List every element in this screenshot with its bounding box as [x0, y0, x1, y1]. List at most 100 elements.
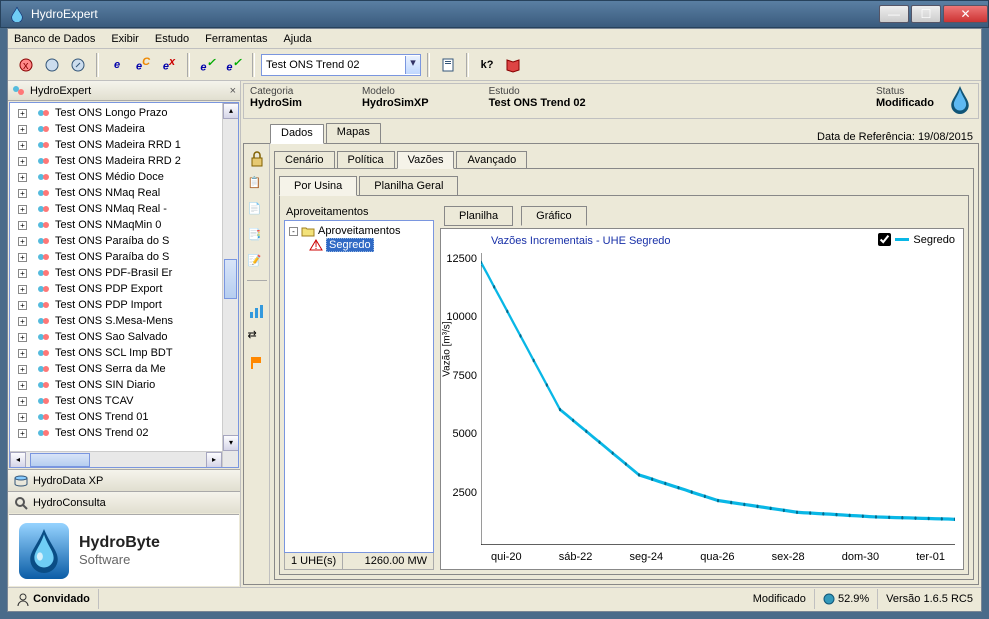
sidebar-panel-hydroconsulta[interactable]: HydroConsulta	[8, 491, 240, 513]
tree-expand-icon[interactable]: +	[18, 221, 27, 230]
tree-expand-icon[interactable]: +	[18, 157, 27, 166]
tree-item[interactable]: +Test ONS Paraíba do S	[10, 233, 238, 249]
tree-collapse-icon[interactable]: -	[289, 227, 298, 236]
tab-avancado[interactable]: Avançado	[456, 151, 527, 168]
tree-expand-icon[interactable]: +	[18, 173, 27, 182]
tab-planilha-geral[interactable]: Planilha Geral	[359, 176, 458, 195]
side-icon-lock[interactable]	[248, 150, 266, 168]
tree-expand-icon[interactable]: +	[18, 381, 27, 390]
tree-expand-icon[interactable]: +	[18, 429, 27, 438]
sidebar-tree[interactable]: +Test ONS Longo Prazo+Test ONS Madeira+T…	[9, 102, 239, 468]
tree-item[interactable]: +Test ONS PDF-Brasil Er	[10, 265, 238, 281]
toolbar-btn-doc[interactable]	[436, 53, 460, 77]
side-icon-1[interactable]: 📋	[248, 176, 266, 194]
aprov-tree[interactable]: - Aproveitamentos ! Segredo	[284, 220, 434, 553]
side-icon-3[interactable]: 📑	[248, 228, 266, 246]
tree-item[interactable]: +Test ONS Paraíba do S	[10, 249, 238, 265]
scroll-thumb-h[interactable]	[30, 453, 90, 467]
menu-ferramentas[interactable]: Ferramentas	[205, 33, 267, 45]
scroll-up-button[interactable]: ▴	[223, 103, 239, 119]
sidebar-panel-hydrodata[interactable]: HydroData XP	[8, 469, 240, 491]
close-button[interactable]: ✕	[943, 5, 988, 23]
tree-expand-icon[interactable]: +	[18, 365, 27, 374]
toolbar-btn-1[interactable]: x	[14, 53, 38, 77]
toolbar-btn-ex[interactable]: ex	[157, 53, 181, 77]
tree-expand-icon[interactable]: +	[18, 333, 27, 342]
tree-expand-icon[interactable]: +	[18, 125, 27, 134]
tab-dados[interactable]: Dados	[270, 124, 324, 144]
tree-item[interactable]: +Test ONS Madeira	[10, 121, 238, 137]
side-icon-flag[interactable]	[248, 354, 266, 372]
tab-cenario[interactable]: Cenário	[274, 151, 335, 168]
tree-expand-icon[interactable]: +	[18, 253, 27, 262]
tree-expand-icon[interactable]: +	[18, 189, 27, 198]
chart-title: Vazões Incrementais - UHE Segredo	[491, 235, 671, 247]
tree-expand-icon[interactable]: +	[18, 237, 27, 246]
toolbar-select-value: Test ONS Trend 02	[266, 59, 360, 71]
toolbar-btn-help[interactable]: k?	[475, 53, 499, 77]
tree-hscrollbar[interactable]: ◂ ▸	[10, 451, 222, 467]
toolbar-btn-eok[interactable]: e✓	[196, 53, 220, 77]
tree-item[interactable]: +Test ONS NMaq Real -	[10, 201, 238, 217]
tree-item[interactable]: +Test ONS Sao Salvado	[10, 329, 238, 345]
toolbar-study-select[interactable]: Test ONS Trend 02 ▾	[261, 54, 421, 76]
tree-expand-icon[interactable]: +	[18, 301, 27, 310]
tree-item[interactable]: +Test ONS Trend 01	[10, 409, 238, 425]
menu-exibir[interactable]: Exibir	[111, 33, 139, 45]
minimize-button[interactable]: —	[879, 5, 909, 23]
tree-expand-icon[interactable]: +	[18, 413, 27, 422]
tree-expand-icon[interactable]: +	[18, 205, 27, 214]
tree-expand-icon[interactable]: +	[18, 109, 27, 118]
side-icon-chart[interactable]	[248, 302, 266, 320]
tree-item[interactable]: +Test ONS Madeira RRD 2	[10, 153, 238, 169]
toolbar-btn-2[interactable]	[40, 53, 64, 77]
legend-checkbox[interactable]	[878, 233, 891, 246]
chart-tab-planilha[interactable]: Planilha	[444, 206, 513, 226]
side-icon-4[interactable]: 📝	[248, 254, 266, 272]
tree-expand-icon[interactable]: +	[18, 397, 27, 406]
sidebar-close-icon[interactable]: ×	[230, 85, 236, 97]
tree-item[interactable]: +Test ONS Serra da Me	[10, 361, 238, 377]
tab-vazoes[interactable]: Vazões	[397, 151, 455, 169]
tree-item[interactable]: +Test ONS Madeira RRD 1	[10, 137, 238, 153]
maximize-button[interactable]: ☐	[911, 5, 941, 23]
tab-por-usina[interactable]: Por Usina	[279, 176, 357, 196]
tree-item[interactable]: +Test ONS PDP Import	[10, 297, 238, 313]
tree-item[interactable]: +Test ONS SIN Diario	[10, 377, 238, 393]
tree-expand-icon[interactable]: +	[18, 317, 27, 326]
chart-tab-grafico[interactable]: Gráfico	[521, 206, 586, 226]
tree-item[interactable]: +Test ONS Médio Doce	[10, 169, 238, 185]
tree-item[interactable]: +Test ONS SCL Imp BDT	[10, 345, 238, 361]
tree-expand-icon[interactable]: +	[18, 349, 27, 358]
aprov-child[interactable]: ! Segredo	[309, 238, 429, 252]
tree-item[interactable]: +Test ONS S.Mesa-Mens	[10, 313, 238, 329]
tab-mapas[interactable]: Mapas	[326, 123, 381, 143]
x-ticks: qui-20sáb-22seg-24qua-26sex-28dom-30ter-…	[481, 551, 955, 563]
tree-item[interactable]: +Test ONS PDP Export	[10, 281, 238, 297]
aprov-root[interactable]: - Aproveitamentos	[289, 225, 429, 237]
side-icon-export[interactable]: ⇄	[248, 328, 266, 346]
scroll-down-button[interactable]: ▾	[223, 435, 239, 451]
tree-item[interactable]: +Test ONS TCAV	[10, 393, 238, 409]
menu-banco-de-dados[interactable]: Banco de Dados	[14, 33, 95, 45]
tree-expand-icon[interactable]: +	[18, 141, 27, 150]
side-icon-2[interactable]: 📄	[248, 202, 266, 220]
toolbar-btn-eok2[interactable]: e✓	[222, 53, 246, 77]
menu-estudo[interactable]: Estudo	[155, 33, 189, 45]
menu-ajuda[interactable]: Ajuda	[283, 33, 311, 45]
scroll-thumb[interactable]	[224, 259, 237, 299]
toolbar-btn-ec[interactable]: eC	[131, 53, 155, 77]
tree-vscrollbar[interactable]: ▴ ▾	[222, 103, 238, 467]
toolbar-btn-3[interactable]	[66, 53, 90, 77]
tree-expand-icon[interactable]: +	[18, 285, 27, 294]
tree-item[interactable]: +Test ONS NMaqMin 0	[10, 217, 238, 233]
scroll-right-button[interactable]: ▸	[206, 452, 222, 468]
scroll-left-button[interactable]: ◂	[10, 452, 26, 468]
tree-item[interactable]: +Test ONS NMaq Real	[10, 185, 238, 201]
tree-expand-icon[interactable]: +	[18, 269, 27, 278]
tab-politica[interactable]: Política	[337, 151, 395, 168]
tree-item[interactable]: +Test ONS Longo Prazo	[10, 105, 238, 121]
toolbar-btn-book[interactable]	[501, 53, 525, 77]
tree-item[interactable]: +Test ONS Trend 02	[10, 425, 238, 441]
toolbar-btn-e[interactable]: e	[105, 53, 129, 77]
